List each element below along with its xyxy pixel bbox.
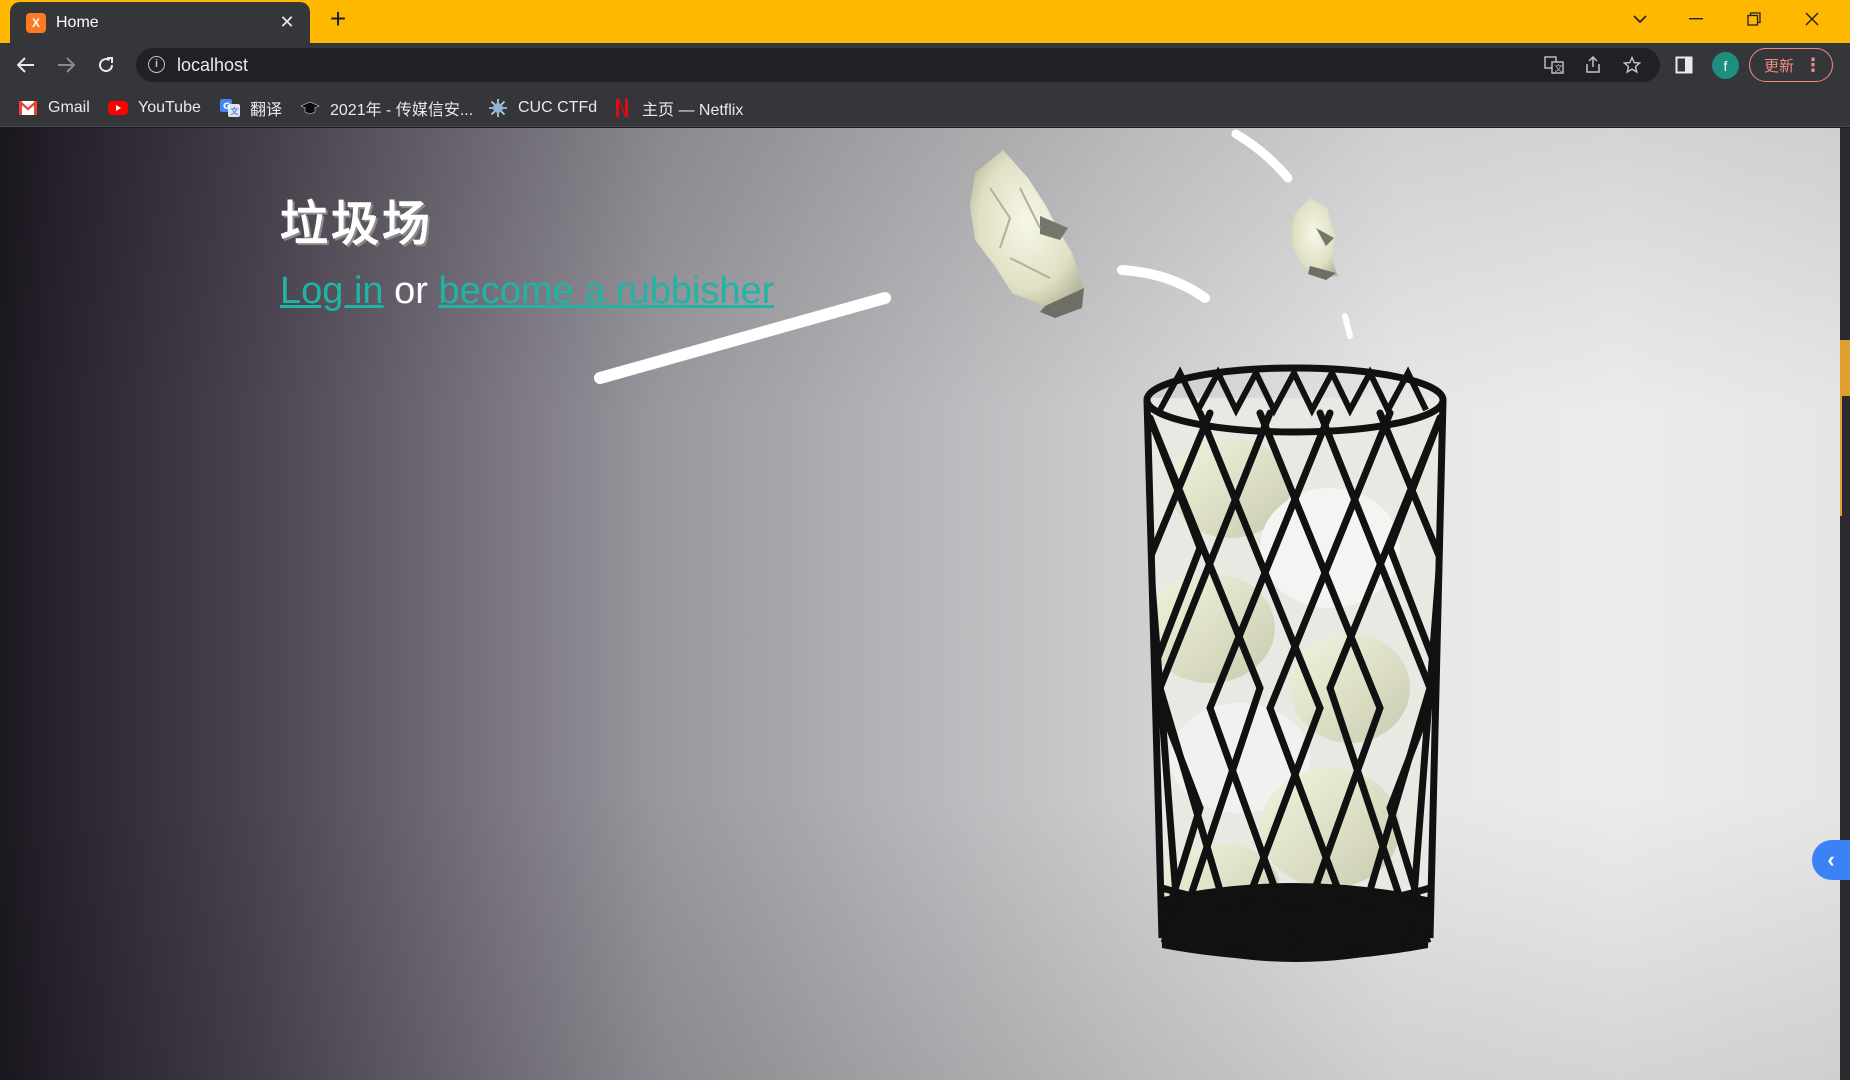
- address-text[interactable]: localhost: [177, 55, 248, 76]
- address-bar[interactable]: i localhost 文: [136, 48, 1660, 82]
- bookmark-label: YouTube: [138, 99, 201, 116]
- minimize-icon[interactable]: [1668, 0, 1724, 38]
- trash-can-illustration: [594, 129, 1447, 962]
- scroll-marker: [1840, 396, 1850, 516]
- side-panel-icon[interactable]: [1670, 51, 1698, 79]
- svg-text:文: 文: [231, 106, 240, 116]
- update-button[interactable]: 更新 ⋮: [1749, 48, 1833, 82]
- page-scrollbar[interactable]: [1840, 128, 1850, 1080]
- netflix-icon: [612, 99, 632, 117]
- bookmark-label: 2021年 - 传媒信安...: [330, 102, 474, 119]
- profile-avatar[interactable]: f: [1712, 52, 1739, 79]
- new-tab-button[interactable]: +: [324, 5, 352, 34]
- browser-toolbar: i localhost 文 f 更新 ⋮: [0, 43, 1850, 87]
- bookmark-label: CUC CTFd: [518, 99, 598, 116]
- youtube-icon: [108, 99, 128, 117]
- restore-icon[interactable]: [1726, 0, 1782, 38]
- crumpled-paper-1: [970, 150, 1084, 318]
- site-info-icon[interactable]: i: [148, 56, 165, 73]
- bookmark-netflix[interactable]: 主页 — Netflix: [612, 95, 743, 121]
- reload-icon[interactable]: [90, 49, 122, 81]
- page-content: 垃圾场 Log in or become a rubbisher: [0, 128, 1840, 1080]
- bookmark-youtube[interactable]: YouTube: [108, 95, 201, 121]
- login-link[interactable]: Log in: [280, 270, 384, 312]
- bookmark-label: 翻译: [250, 102, 283, 119]
- ctfd-icon: [488, 99, 508, 117]
- bookmark-label: 主页 — Netflix: [642, 102, 744, 119]
- or-text: or: [394, 270, 428, 312]
- tab-close-icon[interactable]: ✕: [276, 12, 298, 34]
- bookmark-label: Gmail: [48, 99, 90, 116]
- update-label: 更新: [1764, 57, 1795, 75]
- bookmark-star-icon[interactable]: [1620, 54, 1644, 76]
- google-translate-icon: G文: [220, 99, 240, 117]
- bookmark-translate[interactable]: G文 翻译: [220, 95, 282, 121]
- tab-title: Home: [56, 13, 99, 31]
- bookmark-gmail[interactable]: Gmail: [18, 95, 90, 121]
- register-link[interactable]: become a rubbisher: [438, 270, 774, 312]
- crumpled-paper-2: [1290, 198, 1338, 280]
- graduation-cap-icon: [300, 99, 320, 117]
- xampp-favicon-icon: X: [26, 12, 46, 33]
- auth-links: Log in or become a rubbisher: [280, 270, 774, 313]
- gmail-icon: [18, 99, 38, 117]
- forward-arrow-icon[interactable]: [50, 49, 82, 81]
- close-icon[interactable]: [1784, 0, 1840, 38]
- svg-text:G: G: [223, 102, 230, 112]
- bookmarks-bar: Gmail YouTube G文 翻译 2021年 - 传媒信安... CUC …: [0, 87, 1850, 127]
- tab-search-chevron-down-icon[interactable]: [1612, 0, 1668, 38]
- scroll-marker: [1840, 340, 1850, 396]
- back-arrow-icon[interactable]: [10, 49, 42, 81]
- more-menu-icon[interactable]: ⋮: [1804, 53, 1822, 77]
- translate-icon[interactable]: 文: [1542, 54, 1566, 76]
- bookmark-cuc-course[interactable]: 2021年 - 传媒信安...: [300, 95, 473, 121]
- tab-strip: X Home ✕ +: [0, 0, 1850, 43]
- svg-text:文: 文: [1555, 63, 1563, 73]
- tab-home[interactable]: X Home ✕: [10, 2, 310, 43]
- page-title: 垃圾场: [280, 196, 434, 252]
- side-panel-toggle-chevron-left-icon[interactable]: ‹: [1812, 840, 1850, 880]
- bookmark-cuc-ctfd[interactable]: CUC CTFd: [488, 95, 597, 121]
- share-icon[interactable]: [1581, 54, 1605, 76]
